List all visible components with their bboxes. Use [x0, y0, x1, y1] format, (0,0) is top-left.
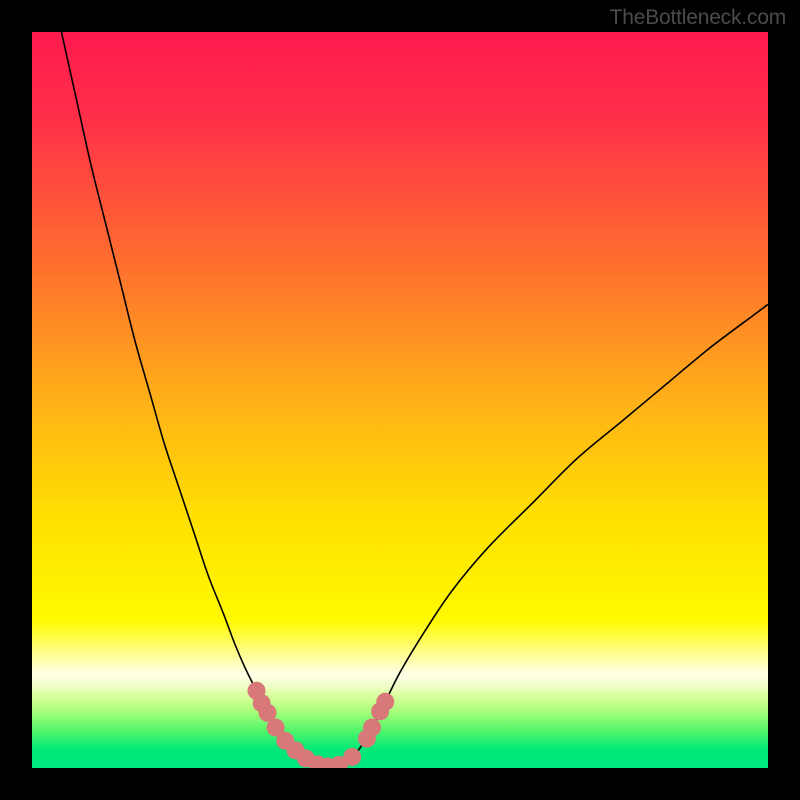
watermark-label: TheBottleneck.com [610, 6, 786, 30]
marker-dot [376, 693, 394, 711]
chart-frame: TheBottleneck.com [0, 0, 800, 800]
valley-markers [247, 682, 394, 768]
curves-layer [32, 32, 768, 768]
marker-dot [363, 719, 381, 737]
plot-area [32, 32, 768, 768]
marker-dot [343, 748, 361, 766]
left-curve [61, 32, 326, 768]
